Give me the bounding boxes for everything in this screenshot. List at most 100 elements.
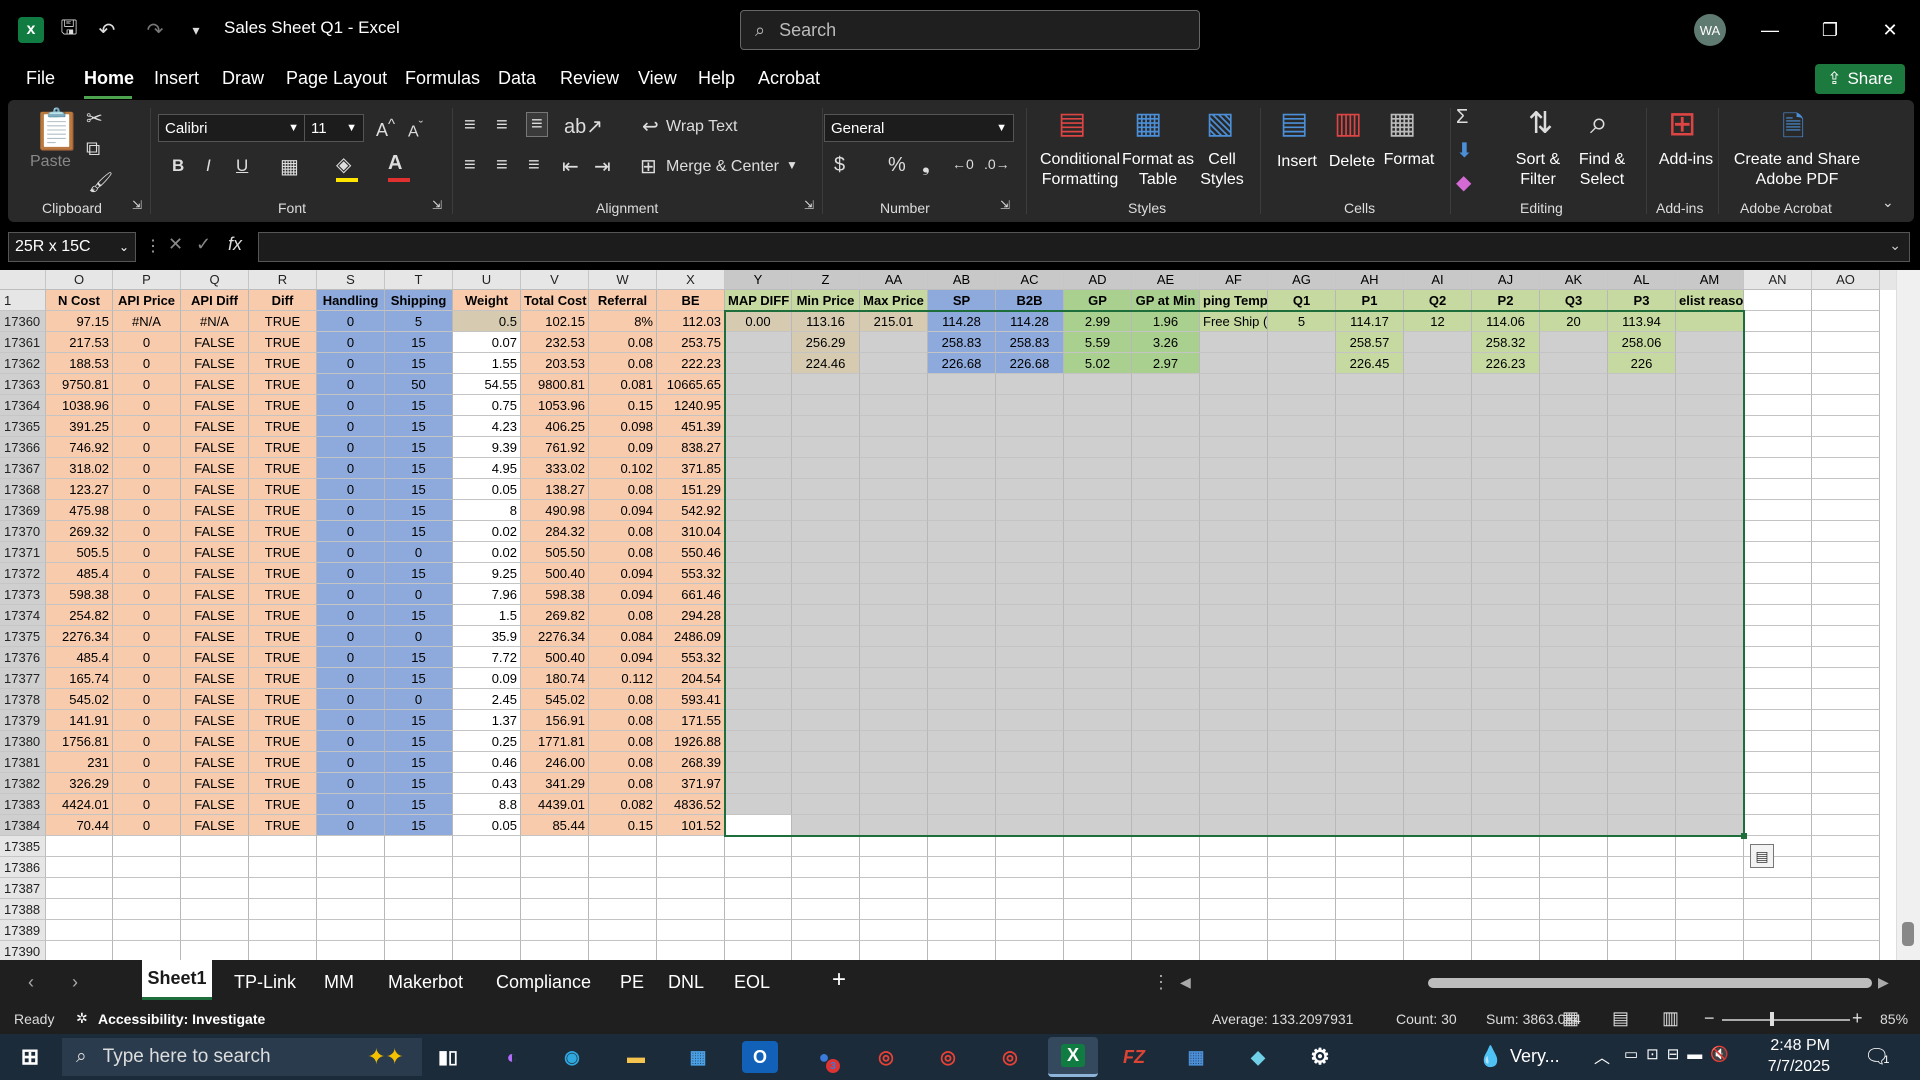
tab-review[interactable]: Review	[560, 68, 619, 89]
file-explorer-icon[interactable]: ▬	[618, 1041, 654, 1073]
tab-scroll-right-icon[interactable]: ›	[72, 972, 78, 993]
increase-decimal-icon[interactable]: ←0	[952, 156, 974, 172]
tab-data[interactable]: Data	[498, 68, 536, 89]
scroll-left-icon[interactable]: ◀	[1180, 974, 1191, 991]
chrome-icon-3[interactable]: ◎	[992, 1041, 1028, 1073]
horizontal-scroll-thumb[interactable]	[1428, 978, 1872, 988]
windows-start-icon[interactable]: ⊞	[12, 1041, 48, 1073]
format-painter-icon[interactable]: 🖌	[88, 170, 113, 195]
create-pdf-button[interactable]: Create and Share Adobe PDF	[1722, 150, 1872, 190]
more-sheets-icon[interactable]: ⋮	[1152, 972, 1170, 993]
create-pdf-icon[interactable]: 🗎	[1782, 106, 1805, 154]
font-name-select[interactable]: Calibri ▼	[158, 114, 306, 142]
outlook-icon[interactable]: O	[742, 1041, 778, 1073]
zoom-slider[interactable]	[1722, 1019, 1850, 1021]
insert-function-icon[interactable]: fx	[228, 234, 242, 255]
taskbar-search[interactable]: ⌕ Type here to search ✦✦	[62, 1038, 422, 1076]
close-icon[interactable]: ✕	[1874, 14, 1906, 46]
align-middle-icon[interactable]: ≡	[496, 114, 508, 137]
delete-cells-icon[interactable]: ▥	[1334, 106, 1362, 141]
format-as-table-icon[interactable]: ▦	[1134, 106, 1162, 141]
share-button[interactable]: ⇪ Share	[1815, 64, 1905, 94]
chevron-down-icon[interactable]: ▼	[786, 158, 798, 172]
conditional-formatting-button[interactable]: Conditional Formatting	[1030, 150, 1130, 190]
font-color-icon[interactable]: A	[388, 152, 410, 182]
conditional-formatting-icon[interactable]: ▤	[1058, 106, 1086, 141]
name-box[interactable]: 25R x 15C ⌄	[8, 232, 136, 262]
sheet-tab-sheet1[interactable]: Sheet1	[142, 960, 212, 1000]
zoom-level[interactable]: 85%	[1880, 1011, 1908, 1027]
clock-time[interactable]: 2:48 PM	[1760, 1037, 1830, 1055]
scroll-right-icon[interactable]: ▶	[1878, 974, 1889, 991]
wrap-text-icon[interactable]: ↩	[642, 114, 659, 139]
tray-chevron-icon[interactable]: ︿	[1594, 1044, 1610, 1068]
merge-center-icon[interactable]: ⊞	[640, 154, 657, 179]
undo-icon[interactable]: ↶	[92, 0, 122, 60]
expand-formula-icon[interactable]: ⌄	[1889, 237, 1901, 254]
number-launcher-icon[interactable]: ⇲	[1000, 198, 1010, 212]
addins-icon[interactable]: ⊞	[1668, 104, 1697, 144]
edge-icon[interactable]: ◉	[554, 1041, 590, 1073]
page-break-view-icon[interactable]: ▥	[1662, 1008, 1679, 1029]
percent-icon[interactable]: %	[888, 154, 906, 177]
comma-icon[interactable]: ❟	[922, 154, 930, 177]
decrease-decimal-icon[interactable]: .0→	[984, 156, 1010, 172]
font-launcher-icon[interactable]: ⇲	[432, 198, 442, 212]
vertical-scroll-thumb[interactable]	[1902, 922, 1914, 946]
redo-icon[interactable]: ↷	[140, 0, 170, 60]
bold-button[interactable]: B	[172, 156, 184, 176]
tab-file[interactable]: File	[26, 68, 55, 89]
alignment-launcher-icon[interactable]: ⇲	[804, 198, 814, 212]
fill-icon[interactable]: ⬇	[1456, 138, 1473, 163]
sheet-tab-eol[interactable]: EOL	[734, 972, 770, 993]
save-icon[interactable]: 🖫	[56, 0, 82, 60]
tab-formulas[interactable]: Formulas	[405, 68, 480, 89]
zoom-in-icon[interactable]: +	[1852, 1008, 1863, 1029]
delete-cells-button[interactable]: Delete	[1326, 152, 1378, 172]
sheet-tab-makerbot[interactable]: Makerbot	[388, 972, 463, 993]
avatar[interactable]: WA	[1694, 14, 1726, 46]
sheet-tab-dnl[interactable]: DNL	[668, 972, 704, 993]
font-size-select[interactable]: 11 ▼	[304, 114, 364, 142]
align-right-icon[interactable]: ≡	[528, 154, 540, 177]
merge-center-button[interactable]: Merge & Center	[666, 158, 779, 176]
app-diamond-icon[interactable]: ◆	[1240, 1041, 1276, 1073]
sort-filter-icon[interactable]: ⇅	[1528, 106, 1553, 141]
weather-text[interactable]: Very...	[1510, 1046, 1560, 1067]
borders-icon[interactable]: ▦	[280, 154, 299, 179]
quick-analysis-icon[interactable]: ▤	[1750, 844, 1774, 868]
more-options-icon[interactable]: ⋮	[145, 236, 161, 256]
vertical-scrollbar[interactable]	[1896, 270, 1920, 960]
excel-taskbar-icon[interactable]: X	[1048, 1037, 1098, 1077]
format-cells-button[interactable]: Format	[1382, 150, 1436, 170]
align-center-icon[interactable]: ≡	[496, 154, 508, 177]
tab-scroll-left-icon[interactable]: ‹	[28, 972, 34, 993]
align-bottom-icon[interactable]: ≡	[526, 112, 548, 137]
fill-color-icon[interactable]: ◈	[336, 152, 358, 182]
store-icon[interactable]: ▦	[680, 1041, 716, 1073]
increase-font-icon[interactable]: A^	[376, 116, 395, 141]
tab-home[interactable]: Home	[84, 68, 134, 89]
find-select-button[interactable]: Find & Select	[1570, 150, 1634, 190]
underline-button[interactable]: U	[236, 156, 248, 176]
tray-icons[interactable]: ▭⊡⊟▬🔇	[1624, 1045, 1737, 1063]
insert-cells-icon[interactable]: ▤	[1280, 106, 1308, 141]
customize-qat-icon[interactable]: ▾	[186, 0, 206, 60]
notifications-icon[interactable]: 🗨1	[1864, 1044, 1890, 1069]
tab-acrobat[interactable]: Acrobat	[758, 68, 820, 89]
search-box[interactable]: ⌕ Search	[740, 10, 1200, 50]
calendar-app-icon[interactable]: ● 3	[806, 1041, 842, 1073]
clock-date[interactable]: 7/7/2025	[1748, 1058, 1830, 1076]
sheet-tab-pe[interactable]: PE	[620, 972, 644, 993]
formula-input[interactable]: ⌄	[258, 232, 1910, 262]
chrome-icon-2[interactable]: ◎	[930, 1041, 966, 1073]
increase-indent-icon[interactable]: ⇥	[594, 154, 611, 179]
accessibility-status[interactable]: Accessibility: Investigate	[98, 1011, 265, 1027]
minimize-icon[interactable]: —	[1754, 14, 1786, 46]
task-view-icon[interactable]: ▮▯	[430, 1041, 466, 1073]
chrome-icon[interactable]: ◎	[868, 1041, 904, 1073]
currency-icon[interactable]: $	[834, 154, 845, 177]
cut-icon[interactable]: ✂	[86, 106, 103, 131]
italic-button[interactable]: I	[206, 156, 211, 176]
page-layout-view-icon[interactable]: ▤	[1612, 1008, 1629, 1029]
